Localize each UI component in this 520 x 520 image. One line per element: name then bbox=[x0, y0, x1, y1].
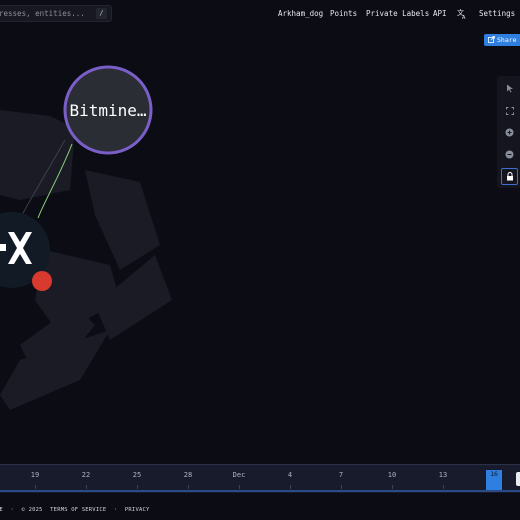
nav-points[interactable]: Points bbox=[330, 8, 357, 20]
timeline-tick: 4 bbox=[287, 471, 293, 479]
timeline-tick: 13 bbox=[438, 471, 448, 479]
nav-settings[interactable]: Settings bbox=[479, 8, 515, 20]
search-shortcut-key: / bbox=[96, 8, 107, 19]
lock-button[interactable] bbox=[501, 168, 518, 185]
footer-privacy-link[interactable]: PRIVACY bbox=[125, 507, 150, 513]
search-input[interactable] bbox=[0, 6, 95, 21]
timeline-tick-mark bbox=[443, 485, 444, 489]
footer: CE · © 2025 TERMS OF SERVICE · PRIVACY bbox=[0, 507, 154, 513]
nav-api[interactable]: API bbox=[433, 8, 447, 20]
timeline-tick-mark bbox=[188, 485, 189, 489]
translate-icon[interactable]: 文 A bbox=[457, 8, 467, 23]
timeline-tick: 22 bbox=[81, 471, 91, 479]
zoom-in-button[interactable] bbox=[501, 124, 518, 141]
node-badge-dot bbox=[32, 271, 52, 291]
timeline-tick: Dec bbox=[232, 471, 246, 479]
timeline-tick: 10 bbox=[387, 471, 397, 479]
nav-private-labels[interactable]: Private Labels bbox=[366, 8, 429, 20]
timeline-drag-handle[interactable] bbox=[516, 472, 520, 486]
pointer-tool-button[interactable] bbox=[501, 80, 518, 97]
search-box[interactable]: / bbox=[0, 5, 112, 22]
timeline-tick: 19 bbox=[30, 471, 40, 479]
nav-user[interactable]: Arkham_dog bbox=[278, 8, 323, 20]
footer-copyright: © 2025 bbox=[21, 507, 43, 513]
footer-terms-link[interactable]: TERMS OF SERVICE bbox=[50, 507, 106, 513]
lock-icon bbox=[506, 172, 513, 181]
timeline-tick-mark bbox=[239, 485, 240, 489]
timeline-tick-mark bbox=[392, 485, 393, 489]
timeline-tick-mark bbox=[341, 485, 342, 489]
arkham-visualizer-page: Bitmine… / Arkham_dog Points Private Lab… bbox=[0, 0, 520, 520]
okx-node[interactable] bbox=[0, 212, 52, 291]
timeline-range bbox=[0, 490, 520, 492]
timeline-tick-mark bbox=[86, 485, 87, 489]
bitmine-node-label: Bitmine… bbox=[69, 100, 147, 120]
footer-separator: · bbox=[113, 507, 118, 513]
footer-separator: · bbox=[10, 507, 15, 513]
fit-view-icon bbox=[505, 106, 514, 115]
timeline-tick: 7 bbox=[338, 471, 344, 479]
fit-view-button[interactable] bbox=[501, 102, 518, 119]
timeline-tick: 28 bbox=[183, 471, 193, 479]
svg-text:A: A bbox=[462, 15, 466, 19]
timeline-tick-mark bbox=[290, 485, 291, 489]
graph-toolbar bbox=[497, 76, 520, 188]
footer-link-service[interactable]: CE bbox=[0, 507, 3, 513]
timeline-selected-label: 16 bbox=[490, 470, 498, 478]
timeline-bar[interactable]: 19 22 25 28 Dec 4 7 10 13 bbox=[0, 464, 520, 493]
share-icon bbox=[488, 36, 495, 43]
pointer-icon bbox=[506, 84, 513, 93]
share-label: Share bbox=[497, 36, 517, 44]
timeline-tick-mark bbox=[137, 485, 138, 489]
timeline-tick: 25 bbox=[132, 471, 142, 479]
share-button[interactable]: Share bbox=[484, 34, 520, 46]
zoom-out-icon bbox=[505, 150, 514, 159]
zoom-in-icon bbox=[505, 128, 514, 137]
timeline-tick-mark bbox=[35, 485, 36, 489]
zoom-out-button[interactable] bbox=[501, 146, 518, 163]
